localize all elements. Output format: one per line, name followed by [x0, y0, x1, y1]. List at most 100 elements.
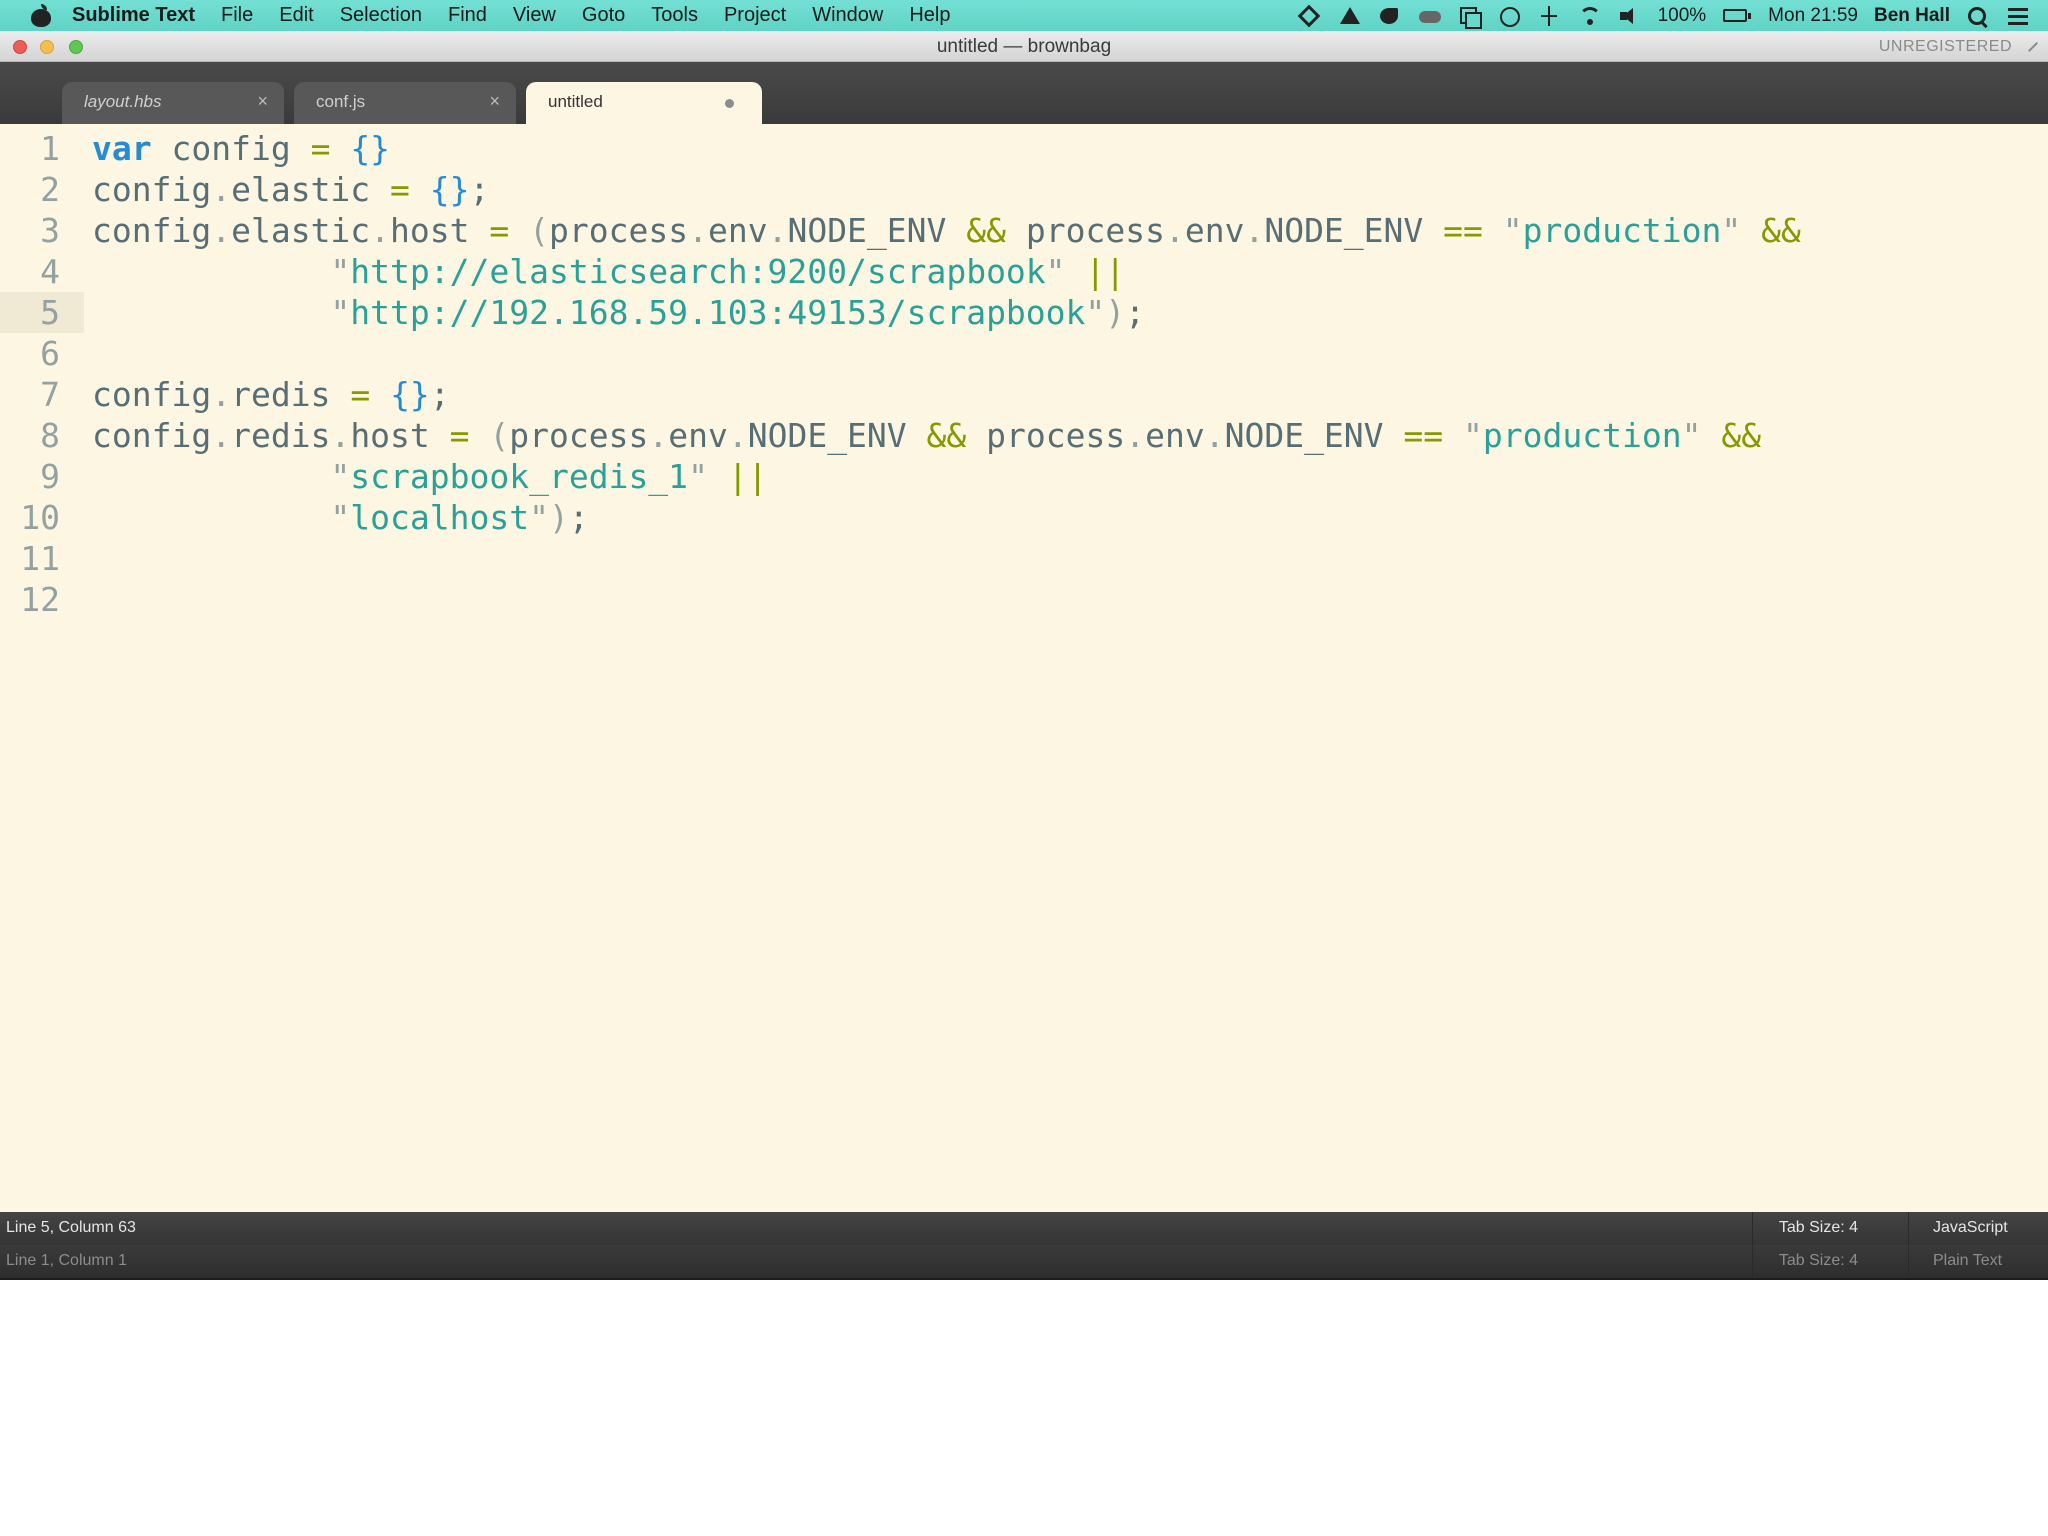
- syntax-selector[interactable]: JavaScript: [1908, 1212, 2048, 1245]
- menu-tools[interactable]: Tools: [651, 4, 698, 27]
- battery-percent[interactable]: 100%: [1658, 5, 1707, 27]
- menu-edit[interactable]: Edit: [279, 4, 313, 27]
- line-number[interactable]: 2: [0, 169, 60, 210]
- menu-selection[interactable]: Selection: [340, 4, 422, 27]
- menu-view[interactable]: View: [513, 4, 556, 27]
- volume-icon[interactable]: [1618, 5, 1642, 27]
- tab-close-icon[interactable]: ×: [489, 91, 500, 112]
- apple-icon[interactable]: [26, 3, 56, 28]
- code-token: host: [350, 416, 450, 455]
- wifi-icon[interactable]: [1578, 5, 1602, 27]
- line-number[interactable]: 6: [0, 333, 60, 374]
- code-line[interactable]: "scrapbook_redis_1" ||: [92, 456, 767, 497]
- syntax-selector-secondary[interactable]: Plain Text: [1908, 1245, 2048, 1278]
- tab-label: untitled: [548, 92, 603, 111]
- line-number[interactable]: 3: [0, 210, 60, 251]
- line-number[interactable]: 7: [0, 374, 60, 415]
- code-token: ;: [1125, 293, 1146, 332]
- code-token: ": [1502, 211, 1523, 250]
- code-token: =: [350, 375, 371, 414]
- tab-size-selector[interactable]: Tab Size: 4: [1751, 1212, 1880, 1245]
- code-line[interactable]: config.elastic.host = (process.env.NODE_…: [92, 210, 1801, 251]
- twitter-icon[interactable]: [1378, 5, 1402, 27]
- menu-help[interactable]: Help: [909, 4, 950, 27]
- code-token: host: [390, 211, 490, 250]
- tab-size-selector-secondary[interactable]: Tab Size: 4: [1751, 1245, 1880, 1278]
- cloud-icon[interactable]: [1418, 5, 1442, 27]
- code-line[interactable]: config.redis.host = (process.env.NODE_EN…: [92, 415, 1761, 456]
- code-token: config: [151, 129, 311, 168]
- window-title-bar: untitled — brownbag UNREGISTERED: [0, 31, 2048, 62]
- code-token: production: [1522, 211, 1722, 250]
- code-token: process: [1006, 211, 1165, 250]
- code-line[interactable]: "localhost");: [92, 497, 588, 538]
- code-token: ;: [469, 170, 490, 209]
- notification-center-icon[interactable]: [2006, 5, 2030, 27]
- user-name[interactable]: Ben Hall: [1874, 5, 1950, 27]
- code-token: config: [92, 375, 212, 414]
- code-token: =: [390, 170, 410, 209]
- code-line[interactable]: config.redis = {};: [92, 374, 450, 415]
- code-token: env: [668, 416, 728, 455]
- tab-close-icon[interactable]: ×: [257, 91, 268, 112]
- code-line[interactable]: var config = {}: [92, 128, 390, 169]
- code-token: ==: [1443, 211, 1483, 250]
- menu-find[interactable]: Find: [448, 4, 487, 27]
- code-token: process: [966, 416, 1126, 455]
- code-line[interactable]: "http://elasticsearch:9200/scrapbook" ||: [92, 251, 1125, 292]
- code-editor[interactable]: 1 var config = {} 2 config.elastic = {}; 3 co…: [0, 124, 2048, 1212]
- tab-bar: layout.hbs × conf.js × untitled: [0, 62, 2048, 124]
- code-token: env: [1145, 416, 1205, 455]
- dropbox-icon[interactable]: [1298, 5, 1322, 27]
- menu-file[interactable]: File: [221, 4, 253, 27]
- line-number[interactable]: 12: [0, 579, 60, 620]
- time-machine-icon[interactable]: [1498, 5, 1522, 27]
- code-token: ": [330, 498, 351, 537]
- screen: Sublime Text File Edit Selection Find Vi…: [0, 0, 2048, 1280]
- menu-project[interactable]: Project: [724, 4, 786, 27]
- status-area: 100% Mon 21:59 Ben Hall: [1298, 5, 2048, 29]
- line-number[interactable]: 5: [0, 292, 60, 333]
- line-number[interactable]: 8: [0, 415, 60, 456]
- code-token: elastic: [231, 211, 371, 250]
- code-token: localhost: [350, 498, 530, 537]
- code-token: (: [489, 416, 510, 455]
- code-token: config: [92, 211, 212, 250]
- tab-untitled[interactable]: untitled: [526, 82, 762, 124]
- tab-layout-hbs[interactable]: layout.hbs ×: [62, 82, 284, 124]
- tab-label: conf.js: [316, 92, 366, 111]
- app-menu[interactable]: Sublime Text: [72, 4, 195, 27]
- status-bar-secondary: Line 1, Column 1 Tab Size: 4 Plain Text: [0, 1245, 2048, 1280]
- line-number[interactable]: 1: [0, 128, 60, 169]
- code-token: .: [370, 211, 391, 250]
- battery-icon[interactable]: [1722, 5, 1752, 27]
- bluetooth-icon[interactable]: [1538, 5, 1562, 27]
- line-number[interactable]: 4: [0, 251, 60, 292]
- line-number[interactable]: 11: [0, 538, 60, 579]
- unsaved-dot-icon[interactable]: [725, 99, 734, 108]
- menu-goto[interactable]: Goto: [582, 4, 625, 27]
- code-line[interactable]: config.elastic = {};: [92, 169, 489, 210]
- copy-icon[interactable]: [1458, 5, 1482, 29]
- code-token: scrapbook_redis_1: [350, 457, 689, 496]
- code-token: NODE_ENV: [787, 211, 967, 250]
- menu-window[interactable]: Window: [812, 4, 883, 27]
- google-drive-icon[interactable]: [1338, 5, 1362, 27]
- menu-clock[interactable]: Mon 21:59: [1768, 5, 1858, 27]
- code-line[interactable]: "http://192.168.59.103:49153/scrapbook")…: [92, 292, 1145, 333]
- fullscreen-icon[interactable]: [2024, 39, 2040, 55]
- spotlight-search-icon[interactable]: [1966, 5, 1990, 27]
- line-number[interactable]: 10: [0, 497, 60, 538]
- tab-label: layout.hbs: [84, 92, 162, 111]
- line-number[interactable]: 9: [0, 456, 60, 497]
- tab-conf-js[interactable]: conf.js ×: [294, 82, 516, 124]
- code-token: .: [688, 211, 708, 250]
